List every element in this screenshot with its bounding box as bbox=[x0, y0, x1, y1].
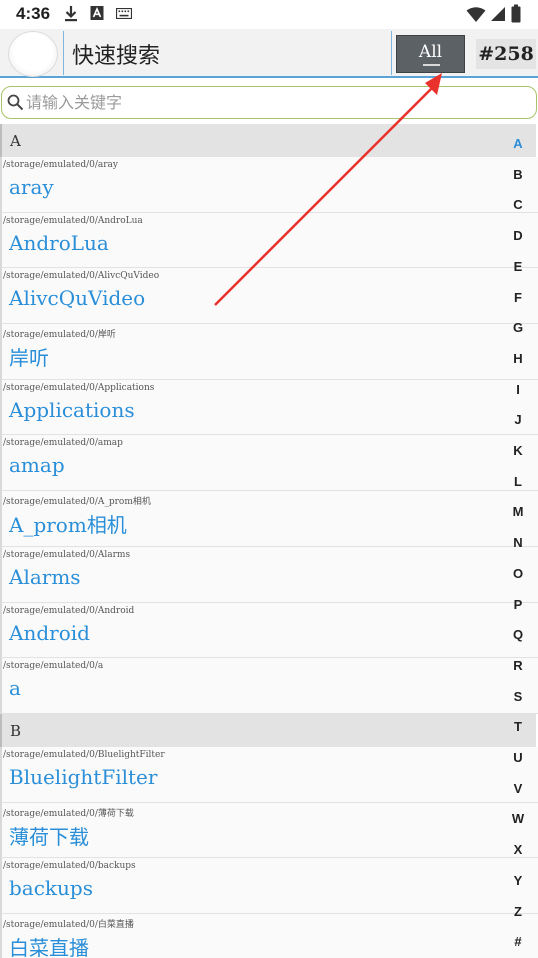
index-letter-z[interactable]: Z bbox=[500, 904, 536, 919]
avatar[interactable] bbox=[8, 31, 58, 77]
index-letter-v[interactable]: V bbox=[500, 781, 536, 796]
item-name: 白菜直播 bbox=[9, 935, 89, 958]
search-icon bbox=[7, 94, 24, 111]
list-item[interactable]: /storage/emulated/0/AndroLua AndroLua bbox=[0, 212, 538, 269]
page-title: 快速搜索 bbox=[72, 44, 161, 69]
index-letter-e[interactable]: E bbox=[500, 259, 536, 274]
index-letter-u[interactable]: U bbox=[500, 750, 536, 765]
index-letter-w[interactable]: W bbox=[500, 811, 536, 826]
list-item[interactable]: /storage/emulated/0/Alarms Alarms bbox=[0, 546, 538, 603]
item-path: /storage/emulated/0/A_prom相机 bbox=[3, 497, 151, 508]
item-name: Applications bbox=[9, 397, 135, 422]
item-path: /storage/emulated/0/AndroLua bbox=[3, 215, 143, 226]
index-letter-q[interactable]: Q bbox=[500, 627, 536, 642]
item-path: /storage/emulated/0/Android bbox=[3, 605, 135, 616]
item-path: /storage/emulated/0/BluelightFilter bbox=[3, 749, 165, 760]
item-name: a bbox=[9, 676, 21, 701]
item-path: /storage/emulated/0/backups bbox=[3, 861, 136, 872]
list-item[interactable]: /storage/emulated/0/amap amap bbox=[0, 435, 538, 492]
item-path: /storage/emulated/0/岸听 bbox=[3, 330, 116, 341]
filter-underline bbox=[423, 64, 440, 66]
filter-all-label: All bbox=[418, 42, 443, 62]
index-letter-o[interactable]: O bbox=[500, 566, 536, 581]
item-path: /storage/emulated/0/AlivcQuVideo bbox=[3, 271, 160, 282]
item-path: /storage/emulated/0/amap bbox=[3, 438, 123, 449]
status-time: 4:36 bbox=[16, 4, 51, 23]
result-count: #258 bbox=[476, 39, 536, 69]
item-name: amap bbox=[9, 453, 65, 478]
index-letter-d[interactable]: D bbox=[500, 228, 536, 243]
signal-icon bbox=[491, 7, 505, 21]
item-name: AndroLua bbox=[9, 230, 109, 255]
index-letter-j[interactable]: J bbox=[500, 412, 536, 427]
battery-icon bbox=[511, 4, 521, 23]
item-path: /storage/emulated/0/aray bbox=[3, 160, 118, 170]
item-name: BluelightFilter bbox=[9, 764, 158, 789]
item-name: AlivcQuVideo bbox=[9, 286, 146, 311]
index-letter-h[interactable]: H bbox=[500, 351, 536, 366]
index-letter-t[interactable]: T bbox=[500, 719, 536, 734]
list-item[interactable]: /storage/emulated/0/Applications Applicat… bbox=[0, 379, 538, 436]
section-header-a: A bbox=[0, 124, 536, 157]
index-letter-f[interactable]: F bbox=[500, 290, 536, 305]
item-path: /storage/emulated/0/Applications bbox=[3, 382, 155, 393]
item-name: aray bbox=[9, 175, 54, 199]
item-path: /storage/emulated/0/a bbox=[3, 661, 104, 672]
alphabet-index[interactable]: A B C D E F G H I J K L M N O P Q R S T U V W X Y Z # bbox=[500, 128, 536, 954]
list-item[interactable]: /storage/emulated/0/Android Android bbox=[0, 602, 538, 659]
section-header-b: B bbox=[0, 713, 536, 747]
list-item[interactable]: /storage/emulated/0/backups backups bbox=[0, 858, 538, 914]
index-letter-i[interactable]: I bbox=[500, 382, 536, 397]
item-name: 岸听 bbox=[9, 346, 49, 371]
list-item[interactable]: /storage/emulated/0/薄荷下载薄荷下载 bbox=[0, 802, 538, 859]
index-letter-k[interactable]: K bbox=[500, 443, 536, 458]
index-letter-c[interactable]: C bbox=[500, 197, 536, 212]
list-item[interactable]: /storage/emulated/0/aray aray bbox=[0, 157, 538, 213]
list-item[interactable]: /storage/emulated/0/岸听岸听 bbox=[0, 324, 538, 380]
item-path: /storage/emulated/0/薄荷下载 bbox=[3, 808, 134, 819]
index-letter-m[interactable]: M bbox=[500, 504, 536, 519]
index-letter-b[interactable]: B bbox=[500, 167, 536, 182]
folder-list: A /storage/emulated/0/aray aray /storage/… bbox=[0, 124, 538, 958]
index-letter-hash[interactable]: # bbox=[500, 934, 536, 949]
item-name: 薄荷下载 bbox=[9, 824, 89, 849]
index-letter-l[interactable]: L bbox=[500, 474, 536, 489]
wifi-icon bbox=[466, 7, 486, 22]
header-divider bbox=[63, 31, 64, 75]
index-letter-g[interactable]: G bbox=[500, 320, 536, 335]
index-letter-p[interactable]: P bbox=[500, 597, 536, 612]
item-name: backups bbox=[9, 876, 93, 901]
filter-all-button[interactable]: All bbox=[396, 35, 465, 73]
search-bar[interactable] bbox=[1, 86, 537, 119]
a-box-icon bbox=[90, 6, 104, 20]
list-item[interactable]: /storage/emulated/0/a a bbox=[0, 658, 538, 714]
list-item[interactable]: /storage/emulated/0/BluelightFilter Bluel… bbox=[0, 746, 538, 803]
keyboard-icon bbox=[116, 8, 132, 19]
index-letter-n[interactable]: N bbox=[500, 535, 536, 550]
app-header: 快速搜索 All #258 bbox=[0, 29, 538, 78]
item-path: /storage/emulated/0/Alarms bbox=[3, 549, 131, 560]
item-path: /storage/emulated/0/白菜直播 bbox=[3, 919, 134, 930]
search-input[interactable] bbox=[26, 89, 526, 115]
download-icon bbox=[65, 6, 77, 22]
list-item[interactable]: /storage/emulated/0/白菜直播白菜直播 bbox=[0, 913, 538, 958]
item-name: Alarms bbox=[9, 564, 81, 589]
list-item[interactable]: /storage/emulated/0/AlivcQuVideo AlivcQuV… bbox=[0, 268, 538, 325]
item-name: A_prom相机 bbox=[9, 513, 127, 538]
item-name: Android bbox=[9, 620, 90, 645]
header-divider bbox=[391, 31, 392, 75]
index-letter-r[interactable]: R bbox=[500, 658, 536, 673]
status-bar: 4:36 bbox=[0, 0, 538, 29]
index-letter-a[interactable]: A bbox=[500, 136, 536, 151]
index-letter-x[interactable]: X bbox=[500, 842, 536, 857]
list-item[interactable]: /storage/emulated/0/A_prom相机 A_prom相机 bbox=[0, 491, 538, 547]
index-letter-s[interactable]: S bbox=[500, 689, 536, 704]
index-letter-y[interactable]: Y bbox=[500, 873, 536, 888]
